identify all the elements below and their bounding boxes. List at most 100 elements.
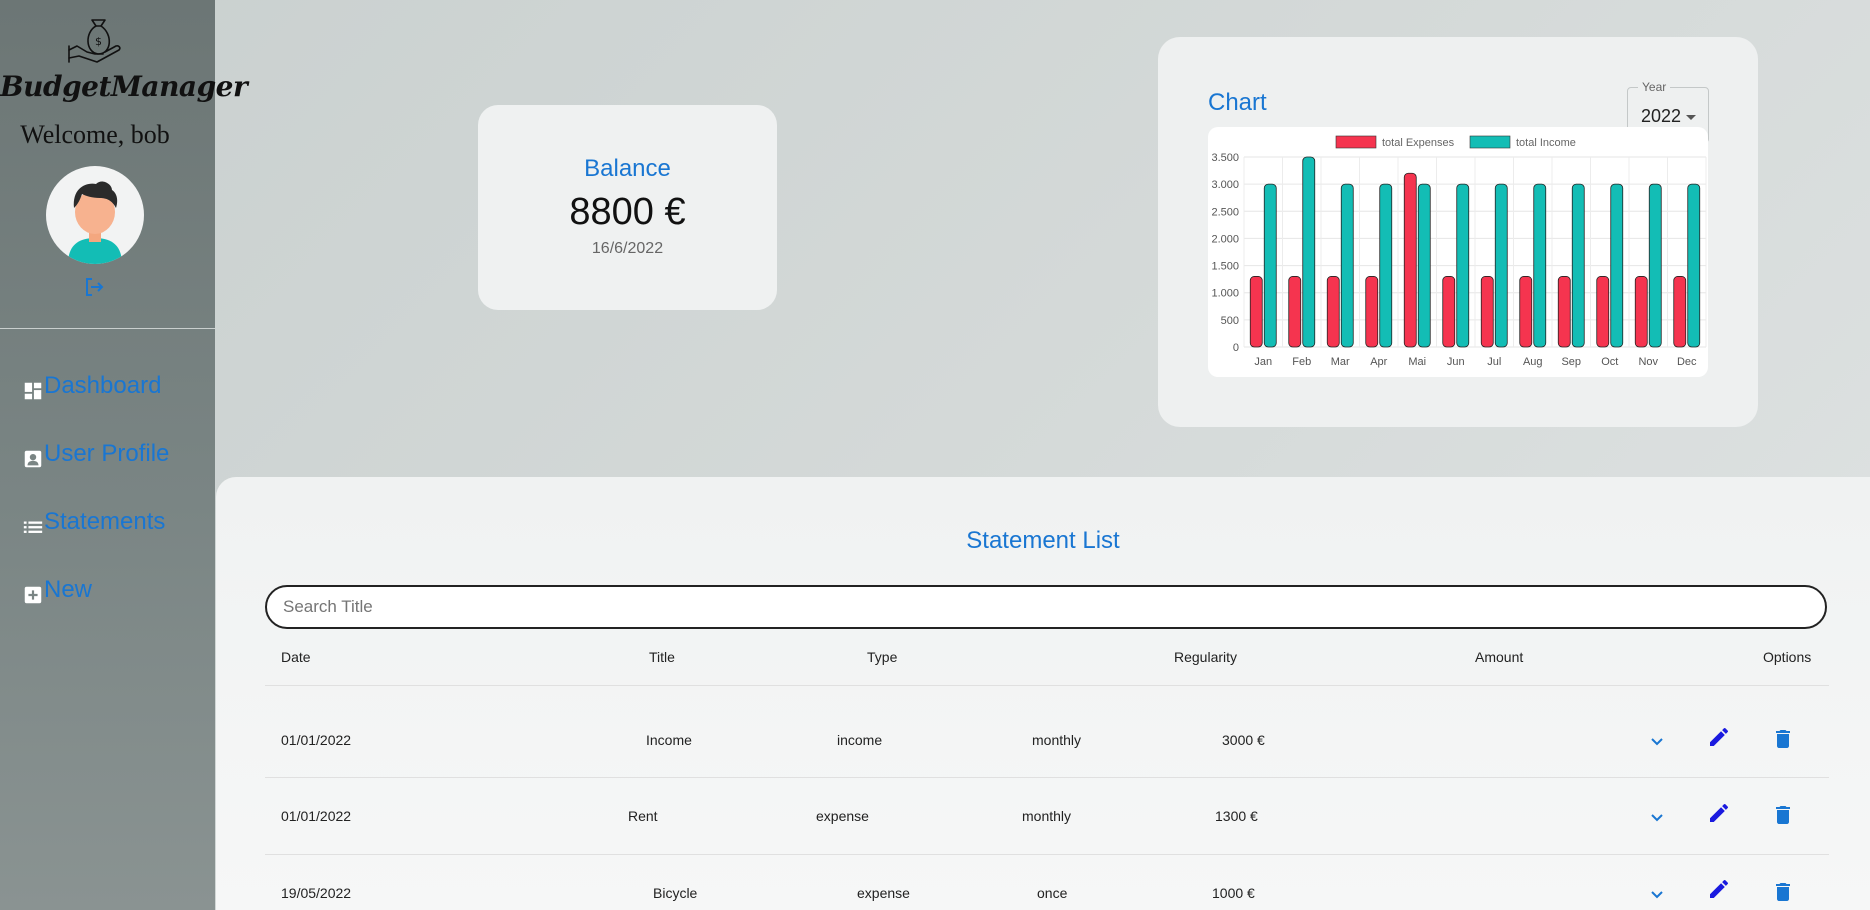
year-select-value: 2022 [1641, 106, 1682, 126]
welcome-text: Welcome, bob [20, 120, 170, 149]
nav-dashboard[interactable]: Dashboard [22, 370, 161, 402]
row-2-amount: 1300 € [1215, 808, 1258, 824]
brand-title: BudgetManager [0, 70, 248, 103]
chevron-down-icon [1686, 115, 1696, 120]
row-1-date: 01/01/2022 [281, 732, 352, 748]
bar [1673, 276, 1687, 348]
x-tick-label: Oct [1601, 356, 1618, 368]
row-2-type: expense [816, 808, 869, 824]
legend-label: total Expenses [1382, 137, 1455, 149]
x-tick-label: Jan [1254, 356, 1272, 368]
y-tick-label: 3.500 [1211, 152, 1239, 164]
nav-new[interactable]: New [22, 574, 92, 606]
row-1-regularity: monthly [1032, 732, 1082, 748]
svg-text:$: $ [95, 35, 102, 48]
x-tick-label: Mar [1331, 356, 1350, 368]
nav-user-profile-label: User Profile [44, 440, 170, 467]
x-tick-label: Mai [1408, 356, 1426, 368]
avatar [46, 166, 144, 264]
y-tick-label: 3.000 [1211, 179, 1239, 191]
x-tick-label: Nov [1638, 356, 1658, 368]
sidebar-divider [0, 328, 215, 329]
row-2-title: Rent [628, 808, 658, 824]
bar [1494, 183, 1508, 348]
bar [1403, 172, 1417, 348]
bar [1519, 276, 1533, 348]
nav-statements[interactable]: Statements [22, 506, 165, 538]
column-header-date: Date [281, 649, 311, 665]
bar [1480, 276, 1494, 348]
bar [1596, 276, 1610, 348]
list-icon [23, 521, 43, 533]
column-header-type: Type [867, 649, 898, 665]
header-divider [265, 685, 1829, 686]
edit-pencil-icon[interactable] [1707, 801, 1731, 825]
bar [1687, 183, 1701, 348]
bar [1648, 183, 1662, 348]
nav-user-profile[interactable]: User Profile [22, 438, 169, 470]
row-3-title: Bicycle [653, 885, 698, 901]
bar [1302, 156, 1316, 348]
expand-chevron-icon[interactable] [1645, 805, 1669, 829]
bar [1533, 183, 1547, 348]
edit-pencil-icon[interactable] [1707, 877, 1731, 901]
delete-trash-icon[interactable] [1771, 803, 1795, 827]
bar [1610, 183, 1624, 348]
y-tick-label: 2.000 [1211, 233, 1239, 245]
bar [1365, 276, 1379, 348]
bar [1379, 183, 1393, 348]
dashboard-icon [24, 382, 42, 400]
legend-label: total Income [1516, 137, 1576, 149]
logout-icon[interactable] [82, 275, 106, 299]
legend-swatch [1335, 135, 1377, 149]
year-select-label: Year [1638, 80, 1671, 94]
statement-list-title: Statement List [966, 527, 1120, 554]
user-avatar-icon [68, 181, 122, 264]
delete-trash-icon[interactable] [1771, 727, 1795, 751]
bar [1249, 276, 1263, 348]
bar [1557, 276, 1571, 348]
money-bag-hand-icon: $ [68, 19, 121, 63]
search-input[interactable] [265, 585, 1827, 629]
row-3-type: expense [857, 885, 910, 901]
nav-dashboard-label: Dashboard [44, 372, 162, 399]
expand-chevron-icon[interactable] [1645, 729, 1669, 753]
bar [1456, 183, 1470, 348]
edit-pencil-icon[interactable] [1707, 725, 1731, 749]
y-tick-label: 1.000 [1211, 288, 1239, 300]
bar [1442, 276, 1456, 348]
balance-card: Balance 8800 € 16/6/2022 [478, 105, 777, 310]
y-tick-label: 1.500 [1211, 261, 1239, 273]
row-1-amount: 3000 € [1222, 732, 1265, 748]
row-3-regularity: once [1037, 885, 1068, 901]
bar [1634, 276, 1648, 348]
x-tick-label: Apr [1370, 356, 1387, 368]
row-2-date: 01/01/2022 [281, 808, 352, 824]
bar [1571, 183, 1585, 348]
column-header-title: Title [649, 649, 675, 665]
chart-title: Chart [1208, 89, 1267, 116]
balance-value: 8800 € [569, 191, 686, 233]
legend-swatch [1469, 135, 1511, 149]
x-tick-label: Jun [1447, 356, 1465, 368]
delete-trash-icon[interactable] [1771, 880, 1795, 904]
x-tick-label: Sep [1561, 356, 1581, 368]
row-3-amount: 1000 € [1212, 885, 1255, 901]
bar [1288, 276, 1302, 348]
bar [1263, 183, 1277, 348]
expand-chevron-icon[interactable] [1645, 882, 1669, 906]
bar [1417, 183, 1431, 348]
row-1-title: Income [646, 732, 692, 748]
column-header-amount: Amount [1475, 649, 1524, 665]
bar [1340, 183, 1354, 348]
chart-card: Chart Year 2022 total Expenses total Inco… [1158, 37, 1758, 427]
account-box-icon [24, 450, 42, 468]
statement-panel: Statement List Date Title Type Regularit… [216, 477, 1870, 910]
sidebar: $ BudgetManager Welcome, bob Dashboard U… [0, 0, 248, 910]
y-tick-label: 0 [1233, 342, 1239, 354]
row-divider [265, 777, 1829, 778]
row-3-date: 19/05/2022 [281, 885, 352, 901]
balance-title: Balance [584, 155, 671, 182]
balance-date: 16/6/2022 [591, 240, 664, 257]
column-header-regularity: Regularity [1174, 649, 1238, 665]
